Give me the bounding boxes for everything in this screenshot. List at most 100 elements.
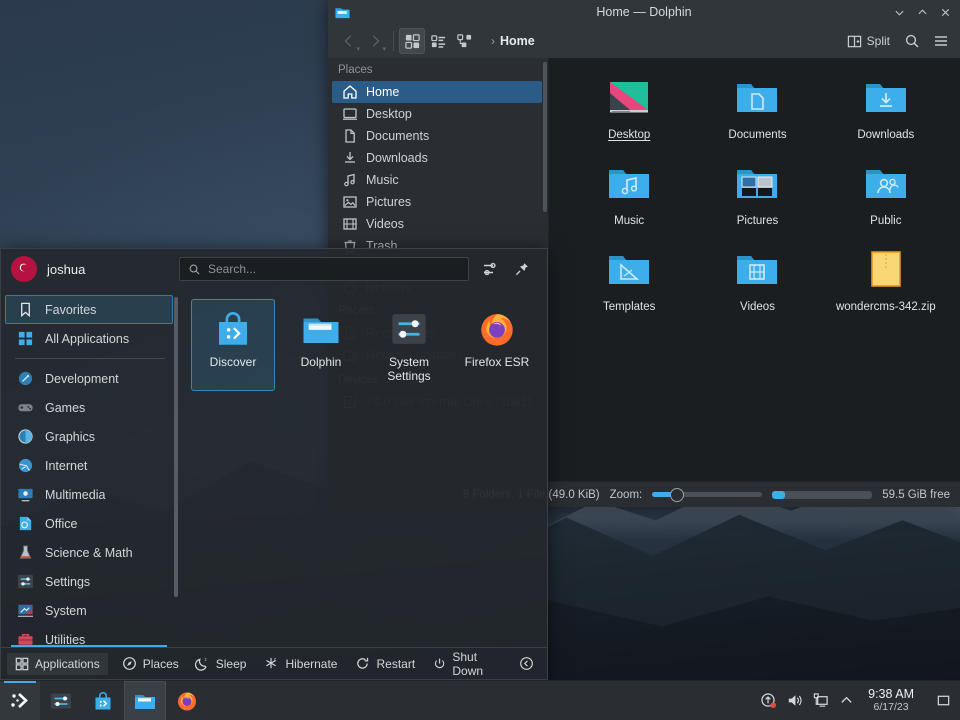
- category-science-math[interactable]: Science & Math: [5, 538, 173, 567]
- file-item-templates[interactable]: Templates: [565, 244, 693, 317]
- task-discover[interactable]: [82, 681, 124, 720]
- user-avatar[interactable]: [11, 256, 37, 282]
- dolphin-icon: [300, 308, 342, 350]
- search-button[interactable]: [899, 28, 925, 54]
- dolphin-toolbar[interactable]: ▾ ▾: [328, 24, 960, 58]
- volume-icon[interactable]: [782, 688, 806, 714]
- archive-zip-icon: [862, 246, 910, 294]
- zoom-label: Zoom:: [610, 489, 643, 501]
- task-system-settings[interactable]: [40, 681, 82, 720]
- view-mode-compact-button[interactable]: [425, 28, 451, 54]
- category-all-applications[interactable]: All Applications: [5, 324, 173, 353]
- restart-button[interactable]: Restart: [347, 652, 423, 675]
- file-item-desktop[interactable]: Desktop: [565, 72, 693, 145]
- back-button[interactable]: ▾: [336, 28, 362, 54]
- place-item-music[interactable]: Music: [332, 169, 542, 191]
- place-item-videos[interactable]: Videos: [332, 213, 542, 235]
- category-list[interactable]: Favorites All Applications Development: [1, 289, 181, 647]
- place-item-home[interactable]: Home: [332, 81, 542, 103]
- home-icon: [342, 84, 358, 100]
- capacity-bar-fill: [772, 491, 785, 499]
- category-favorites[interactable]: Favorites: [5, 295, 173, 324]
- dolphin-titlebar[interactable]: Home — Dolphin: [328, 0, 960, 24]
- music-note-icon: [342, 172, 358, 188]
- place-item-documents[interactable]: Documents: [332, 125, 542, 147]
- file-item-downloads[interactable]: Downloads: [822, 72, 950, 145]
- places-heading: Places: [328, 64, 548, 81]
- zoom-slider-handle[interactable]: [670, 488, 684, 502]
- favorites-grid[interactable]: Discover Dolphin System Settin: [181, 289, 547, 647]
- file-view[interactable]: Desktop Documents Do: [549, 58, 960, 481]
- view-mode-details-button[interactable]: [451, 28, 477, 54]
- hibernate-button[interactable]: z Hibernate: [256, 652, 345, 675]
- bookmark-icon: [17, 301, 34, 318]
- hamburger-menu-button[interactable]: [928, 28, 954, 54]
- breadcrumb[interactable]: › Home: [491, 34, 535, 48]
- place-item-pictures[interactable]: Pictures: [332, 191, 542, 213]
- shutdown-button[interactable]: Shut Down: [425, 646, 512, 682]
- category-utilities[interactable]: Utilities: [5, 625, 173, 647]
- app-tile-discover[interactable]: Discover: [191, 299, 275, 391]
- search-icon: [904, 33, 920, 49]
- app-tile-firefox-esr[interactable]: Firefox ESR: [455, 299, 539, 391]
- category-label: Office: [45, 517, 77, 531]
- breadcrumb-item-home[interactable]: Home: [500, 34, 535, 48]
- maximize-button[interactable]: [911, 1, 933, 23]
- app-tile-system-settings[interactable]: System Settings: [367, 299, 451, 391]
- category-scrollbar[interactable]: [174, 297, 178, 597]
- globe-icon: [17, 457, 34, 474]
- search-icon: [188, 263, 201, 276]
- category-label: Science & Math: [45, 546, 133, 560]
- task-dolphin[interactable]: [124, 681, 166, 720]
- view-mode-icons-button[interactable]: [399, 28, 425, 54]
- places-scrollbar[interactable]: [543, 62, 547, 212]
- place-item-desktop[interactable]: Desktop: [332, 103, 542, 125]
- category-graphics[interactable]: Graphics: [5, 422, 173, 451]
- display-network-icon[interactable]: [808, 688, 832, 714]
- show-hidden-icons-chevron[interactable]: [834, 688, 858, 714]
- digital-clock[interactable]: 9:38 AM 6/17/23: [860, 688, 922, 713]
- file-item-pictures[interactable]: Pictures: [693, 158, 821, 231]
- search-field[interactable]: Search...: [179, 257, 469, 281]
- show-desktop-button[interactable]: [930, 688, 956, 714]
- launcher-footer[interactable]: Applications Places z Sleep z: [1, 647, 547, 679]
- sleep-button[interactable]: z Sleep: [187, 652, 255, 675]
- task-firefox[interactable]: [166, 681, 208, 720]
- taskbar[interactable]: 9:38 AM 6/17/23: [0, 680, 960, 720]
- science-icon: [17, 544, 34, 561]
- compass-icon: [122, 656, 137, 671]
- application-launcher[interactable]: joshua Search...: [0, 248, 548, 680]
- file-item-videos[interactable]: Videos: [693, 244, 821, 317]
- category-system[interactable]: System: [5, 596, 173, 625]
- capacity-bar[interactable]: [772, 491, 872, 499]
- forward-button[interactable]: ▾: [362, 28, 388, 54]
- collapse-menu-button[interactable]: [514, 652, 539, 675]
- file-item-documents[interactable]: Documents: [693, 72, 821, 145]
- configure-button[interactable]: [479, 258, 501, 280]
- file-item-music[interactable]: Music: [565, 158, 693, 231]
- footer-tab-applications[interactable]: Applications: [7, 653, 108, 675]
- category-settings[interactable]: Settings: [5, 567, 173, 596]
- split-view-button[interactable]: Split: [841, 31, 896, 52]
- zoom-slider[interactable]: [652, 488, 762, 502]
- minimize-button[interactable]: [888, 1, 910, 23]
- category-games[interactable]: Games: [5, 393, 173, 422]
- updates-icon[interactable]: [756, 688, 780, 714]
- pin-button[interactable]: [511, 258, 533, 280]
- discover-icon: [212, 308, 254, 350]
- category-multimedia[interactable]: Multimedia: [5, 480, 173, 509]
- file-item-wondercms-zip[interactable]: wondercms-342.zip: [822, 244, 950, 317]
- footer-tab-places[interactable]: Places: [114, 652, 187, 675]
- power-label: Hibernate: [285, 657, 337, 671]
- picture-icon: [342, 194, 358, 210]
- file-item-public[interactable]: Public: [822, 158, 950, 231]
- category-internet[interactable]: Internet: [5, 451, 173, 480]
- app-tile-dolphin[interactable]: Dolphin: [279, 299, 363, 391]
- task-list[interactable]: [40, 681, 208, 720]
- system-tray[interactable]: 9:38 AM 6/17/23: [756, 688, 960, 714]
- category-development[interactable]: Development: [5, 364, 173, 393]
- category-office[interactable]: Office: [5, 509, 173, 538]
- kickoff-launcher-button[interactable]: [0, 681, 40, 720]
- place-item-downloads[interactable]: Downloads: [332, 147, 542, 169]
- close-button[interactable]: [934, 1, 956, 23]
